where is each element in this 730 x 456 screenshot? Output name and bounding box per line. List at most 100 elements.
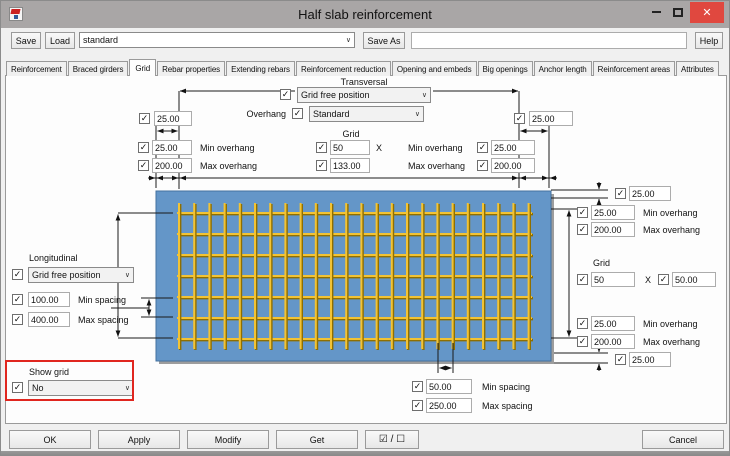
window-title: Half slab reinforcement <box>298 7 432 22</box>
right-grid-label: Grid <box>593 258 611 268</box>
minimize-button[interactable] <box>645 1 667 23</box>
min-overhang-left-label: Min overhang <box>200 143 255 153</box>
save-button[interactable]: Save <box>11 32 41 49</box>
right-min-overhang-bottom-field[interactable] <box>591 316 635 331</box>
max-overhang-left-label: Max overhang <box>200 161 258 171</box>
right-edge-field[interactable] <box>529 111 573 126</box>
long-max-spacing-checkbox[interactable]: ✓ <box>12 314 23 325</box>
overhang-mode-value: Standard <box>313 109 350 119</box>
longitudinal-position-dropdown[interactable]: Grid free position ∨ <box>28 267 134 283</box>
right-grid-x-field[interactable] <box>591 272 635 287</box>
ok-button[interactable]: OK <box>9 430 91 449</box>
transversal-position-dropdown[interactable]: Grid free position ∨ <box>297 87 431 103</box>
grid-y-field[interactable] <box>330 158 370 173</box>
maximize-button[interactable] <box>667 1 689 23</box>
transversal-grid-label: Grid <box>342 129 360 139</box>
left-edge-checkbox[interactable]: ✓ <box>139 113 150 124</box>
toggle-checkboxes-button[interactable]: ☑ / ☐ <box>365 430 419 449</box>
cancel-button[interactable]: Cancel <box>642 430 724 449</box>
right-max-overhang-bottom-checkbox[interactable]: ✓ <box>577 336 588 347</box>
min-overhang-right-field[interactable] <box>491 140 535 155</box>
tab-reinforcement-areas[interactable]: Reinforcement areas <box>592 61 676 76</box>
right-grid-x-checkbox[interactable]: ✓ <box>577 274 588 285</box>
right-bottom-edge-checkbox[interactable]: ✓ <box>615 354 626 365</box>
tab-grid[interactable]: Grid <box>129 59 157 76</box>
get-button[interactable]: Get <box>276 430 358 449</box>
tab-opening-and-embeds[interactable]: Opening and embeds <box>391 61 477 76</box>
min-overhang-right-label: Min overhang <box>408 143 463 153</box>
overhang-mode-checkbox[interactable]: ✓ <box>292 108 303 119</box>
max-overhang-left-field[interactable] <box>152 158 192 173</box>
maximize-icon <box>673 7 683 17</box>
tab-rebar-properties[interactable]: Rebar properties <box>157 61 226 76</box>
max-overhang-right-checkbox[interactable]: ✓ <box>477 160 488 171</box>
save-as-button[interactable]: Save As <box>363 32 405 49</box>
right-max-overhang-top-field[interactable] <box>591 222 635 237</box>
longitudinal-position-checkbox[interactable]: ✓ <box>12 269 23 280</box>
modify-button[interactable]: Modify <box>187 430 269 449</box>
min-overhang-left-checkbox[interactable]: ✓ <box>138 142 149 153</box>
chevron-down-icon: ∨ <box>345 36 351 44</box>
min-overhang-left-field[interactable] <box>152 140 192 155</box>
bottom-min-spacing-checkbox[interactable]: ✓ <box>412 381 423 392</box>
longitudinal-position-value: Grid free position <box>32 270 101 280</box>
close-button[interactable]: ✕ <box>690 2 724 23</box>
long-min-spacing-checkbox[interactable]: ✓ <box>12 294 23 305</box>
right-max-overhang-bottom-label: Max overhang <box>643 337 701 347</box>
transversal-position-value: Grid free position <box>301 90 370 100</box>
right-min-overhang-bottom-label: Min overhang <box>643 319 698 329</box>
window-bottom-frame <box>1 451 729 455</box>
chevron-down-icon: ∨ <box>124 271 130 279</box>
tab-anchor-length[interactable]: Anchor length <box>533 61 592 76</box>
max-overhang-right-field[interactable] <box>491 158 535 173</box>
right-min-overhang-top-label: Min overhang <box>643 208 698 218</box>
grid-y-checkbox[interactable]: ✓ <box>316 160 327 171</box>
longitudinal-section-label: Longitudinal <box>29 253 78 263</box>
tab-extending-rebars[interactable]: Extending rebars <box>226 61 295 76</box>
apply-button[interactable]: Apply <box>98 430 180 449</box>
grid-x-checkbox[interactable]: ✓ <box>316 142 327 153</box>
long-max-spacing-field[interactable] <box>28 312 70 327</box>
right-top-edge-field[interactable] <box>629 186 671 201</box>
right-grid-y-field[interactable] <box>672 272 716 287</box>
right-max-overhang-bottom-field[interactable] <box>591 334 635 349</box>
right-max-overhang-top-checkbox[interactable]: ✓ <box>577 224 588 235</box>
grid-x-field[interactable] <box>330 140 370 155</box>
tab-braced-girders[interactable]: Braced girders <box>67 61 129 76</box>
max-overhang-right-label: Max overhang <box>408 161 466 171</box>
load-button[interactable]: Load <box>45 32 75 49</box>
bottom-min-spacing-label: Min spacing <box>482 382 531 392</box>
title-bar: Half slab reinforcement ✕ <box>1 1 729 28</box>
preset-value: standard <box>83 35 119 45</box>
dialog-half-slab-reinforcement: Half slab reinforcement ✕ Save Load stan… <box>0 0 730 456</box>
right-bottom-edge-field[interactable] <box>629 352 671 367</box>
tab-reinforcement[interactable]: Reinforcement <box>6 61 67 76</box>
right-top-edge-checkbox[interactable]: ✓ <box>615 188 626 199</box>
bottom-max-spacing-label: Max spacing <box>482 401 533 411</box>
bottom-min-spacing-field[interactable] <box>426 379 472 394</box>
highlight-box <box>5 360 134 401</box>
bottom-max-spacing-field[interactable] <box>426 398 472 413</box>
min-overhang-right-checkbox[interactable]: ✓ <box>477 142 488 153</box>
long-max-spacing-label: Max spacing <box>78 315 129 325</box>
tab-big-openings[interactable]: Big openings <box>477 61 533 76</box>
overhang-mode-dropdown[interactable]: Standard ∨ <box>309 106 424 122</box>
help-button[interactable]: Help <box>695 32 723 49</box>
tab-attributes[interactable]: Attributes <box>676 61 719 76</box>
long-min-spacing-label: Min spacing <box>78 295 127 305</box>
minimize-icon <box>651 11 661 13</box>
preset-name-input[interactable] <box>411 32 687 49</box>
right-grid-y-checkbox[interactable]: ✓ <box>658 274 669 285</box>
right-min-overhang-bottom-checkbox[interactable]: ✓ <box>577 318 588 329</box>
preset-combobox[interactable]: standard ∨ <box>79 32 355 48</box>
max-overhang-left-checkbox[interactable]: ✓ <box>138 160 149 171</box>
right-edge-checkbox[interactable]: ✓ <box>514 113 525 124</box>
right-max-overhang-top-label: Max overhang <box>643 225 701 235</box>
right-min-overhang-top-checkbox[interactable]: ✓ <box>577 207 588 218</box>
long-min-spacing-field[interactable] <box>28 292 70 307</box>
tab-reinforcement-reduction[interactable]: Reinforcement reduction <box>295 61 391 76</box>
left-edge-field[interactable] <box>154 111 192 126</box>
right-min-overhang-top-field[interactable] <box>591 205 635 220</box>
transversal-position-checkbox[interactable]: ✓ <box>280 89 291 100</box>
bottom-max-spacing-checkbox[interactable]: ✓ <box>412 400 423 411</box>
